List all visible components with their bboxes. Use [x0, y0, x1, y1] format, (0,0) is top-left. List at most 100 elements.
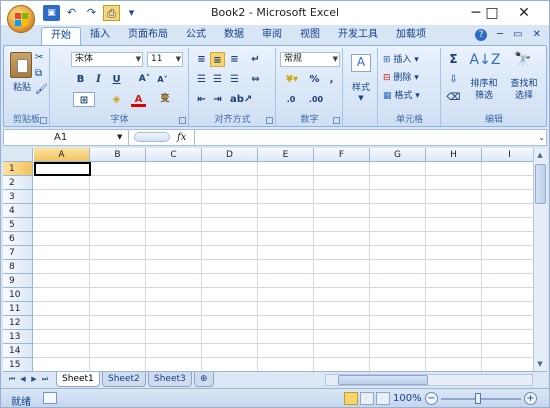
formula-input[interactable]: [194, 130, 539, 145]
row-header[interactable]: 12: [3, 316, 33, 330]
tab-insert[interactable]: 插入: [81, 27, 119, 45]
format-painter-icon[interactable]: 🖌: [35, 84, 48, 95]
workbook-close-button[interactable]: ✕: [533, 29, 541, 41]
row-header[interactable]: 2: [3, 176, 33, 190]
column-header[interactable]: B: [90, 148, 146, 162]
merge-center-icon[interactable]: ⇔: [248, 72, 263, 87]
scroll-up-icon[interactable]: ▲: [534, 149, 546, 161]
decrease-indent-icon[interactable]: ⇤: [194, 92, 209, 107]
font-launcher-icon[interactable]: [179, 117, 186, 124]
orientation-icon[interactable]: ab↗: [230, 92, 252, 107]
column-header[interactable]: C: [146, 148, 202, 162]
styles-icon[interactable]: A: [351, 54, 371, 72]
next-sheet-icon[interactable]: ▶: [29, 374, 39, 385]
find-select-icon[interactable]: 🔭: [506, 52, 540, 74]
decrease-decimal-button[interactable]: .00: [305, 92, 327, 107]
fill-icon[interactable]: ⇩: [446, 72, 461, 87]
insert-cells-button[interactable]: ⊞ 插入 ▾: [383, 52, 439, 65]
row-header[interactable]: 5: [3, 218, 33, 232]
underline-button[interactable]: U: [109, 72, 124, 87]
row-header[interactable]: 3: [3, 190, 33, 204]
column-header[interactable]: A: [34, 148, 90, 162]
borders-icon[interactable]: ⊞: [73, 92, 95, 107]
row-header[interactable]: 9: [3, 274, 33, 288]
macro-record-icon[interactable]: [43, 392, 57, 404]
font-color-icon[interactable]: A: [131, 92, 146, 107]
paste-button[interactable]: 粘贴: [9, 80, 35, 93]
grow-font-button[interactable]: A˄: [137, 72, 152, 87]
column-header[interactable]: I: [482, 148, 533, 162]
tab-review[interactable]: 审阅: [253, 27, 291, 45]
comma-button[interactable]: ,: [324, 72, 339, 87]
tab-data[interactable]: 数据: [215, 27, 253, 45]
cut-icon[interactable]: ✂: [35, 52, 43, 63]
zoom-in-button[interactable]: +: [524, 392, 537, 405]
page-layout-view-icon[interactable]: [360, 392, 374, 405]
workbook-minimize-button[interactable]: ─: [497, 29, 503, 41]
qat-custom-icon[interactable]: ⎙: [103, 5, 120, 21]
page-break-view-icon[interactable]: [376, 392, 390, 405]
styles-button[interactable]: 样式: [346, 80, 376, 93]
row-header[interactable]: 11: [3, 302, 33, 316]
active-cell[interactable]: [34, 162, 91, 176]
tab-addins[interactable]: 加载项: [387, 27, 435, 45]
maximize-button[interactable]: □: [477, 3, 507, 23]
zoom-slider-knob[interactable]: [475, 393, 481, 404]
tab-formulas[interactable]: 公式: [177, 27, 215, 45]
row-header[interactable]: 4: [3, 204, 33, 218]
horizontal-scroll-thumb[interactable]: [338, 375, 428, 385]
sheet-tab-sheet1[interactable]: Sheet1: [56, 372, 100, 387]
column-header[interactable]: H: [426, 148, 482, 162]
zoom-level[interactable]: 100%: [393, 393, 422, 404]
formula-bar-splitter[interactable]: [134, 132, 170, 142]
column-header[interactable]: D: [202, 148, 258, 162]
font-name-select[interactable]: 宋体 ▼: [71, 52, 143, 67]
number-launcher-icon[interactable]: [333, 117, 340, 124]
vertical-scroll-thumb[interactable]: [535, 164, 546, 204]
sort-filter-icon[interactable]: A↓Z: [468, 52, 502, 74]
scroll-down-icon[interactable]: ▼: [534, 358, 546, 370]
vertical-scrollbar[interactable]: ▲ ▼: [533, 148, 547, 371]
sort-filter-button[interactable]: 排序和 筛选: [464, 78, 504, 102]
italic-button[interactable]: I: [91, 72, 106, 87]
row-header[interactable]: 10: [3, 288, 33, 302]
redo-icon[interactable]: ↷: [83, 5, 100, 21]
workbook-restore-button[interactable]: ▭: [513, 29, 522, 41]
column-header[interactable]: G: [370, 148, 426, 162]
clipboard-launcher-icon[interactable]: [40, 117, 47, 124]
zoom-slider[interactable]: [441, 398, 521, 400]
align-center-icon[interactable]: ☰: [210, 72, 225, 87]
copy-icon[interactable]: ⧉: [35, 68, 42, 79]
expand-formula-bar-icon[interactable]: ⌄: [538, 130, 545, 145]
tab-page-layout[interactable]: 页面布局: [119, 27, 177, 45]
prev-sheet-icon[interactable]: ◀: [18, 374, 28, 385]
help-icon[interactable]: ?: [475, 29, 488, 41]
insert-sheet-icon[interactable]: ⊕: [194, 372, 214, 387]
qat-dropdown-icon[interactable]: ▾: [123, 5, 140, 21]
horizontal-scrollbar[interactable]: [325, 374, 533, 386]
delete-cells-button[interactable]: ⊟ 删除 ▾: [383, 70, 439, 83]
tab-home[interactable]: 开始: [41, 27, 81, 45]
align-middle-icon[interactable]: ≡: [210, 52, 225, 67]
tab-view[interactable]: 视图: [291, 27, 329, 45]
align-right-icon[interactable]: ☰: [227, 72, 242, 87]
align-top-icon[interactable]: ≡: [194, 52, 209, 67]
row-header[interactable]: 15: [3, 358, 33, 371]
find-select-button[interactable]: 查找和 选择: [504, 78, 544, 102]
align-left-icon[interactable]: ☰: [194, 72, 209, 87]
office-button[interactable]: [7, 5, 35, 33]
row-header[interactable]: 6: [3, 232, 33, 246]
worksheet-grid[interactable]: A B C D E F G H I 1 2 3 4 5 6 7 8 9 10 11 12 13 14 15: [3, 148, 533, 371]
sheet-tab-sheet2[interactable]: Sheet2: [102, 372, 146, 387]
fill-color-icon[interactable]: ◈: [109, 92, 124, 107]
autosum-button[interactable]: Σ: [446, 52, 461, 67]
alignment-launcher-icon[interactable]: [266, 117, 273, 124]
row-header[interactable]: 8: [3, 260, 33, 274]
number-format-select[interactable]: 常规 ▼: [280, 52, 340, 67]
tab-developer[interactable]: 开发工具: [329, 27, 387, 45]
shrink-font-button[interactable]: A˅: [155, 72, 170, 87]
bold-button[interactable]: B: [73, 72, 88, 87]
clear-icon[interactable]: ⌫: [446, 90, 461, 105]
align-bottom-icon[interactable]: ≡: [227, 52, 242, 67]
zoom-out-button[interactable]: −: [425, 392, 438, 405]
